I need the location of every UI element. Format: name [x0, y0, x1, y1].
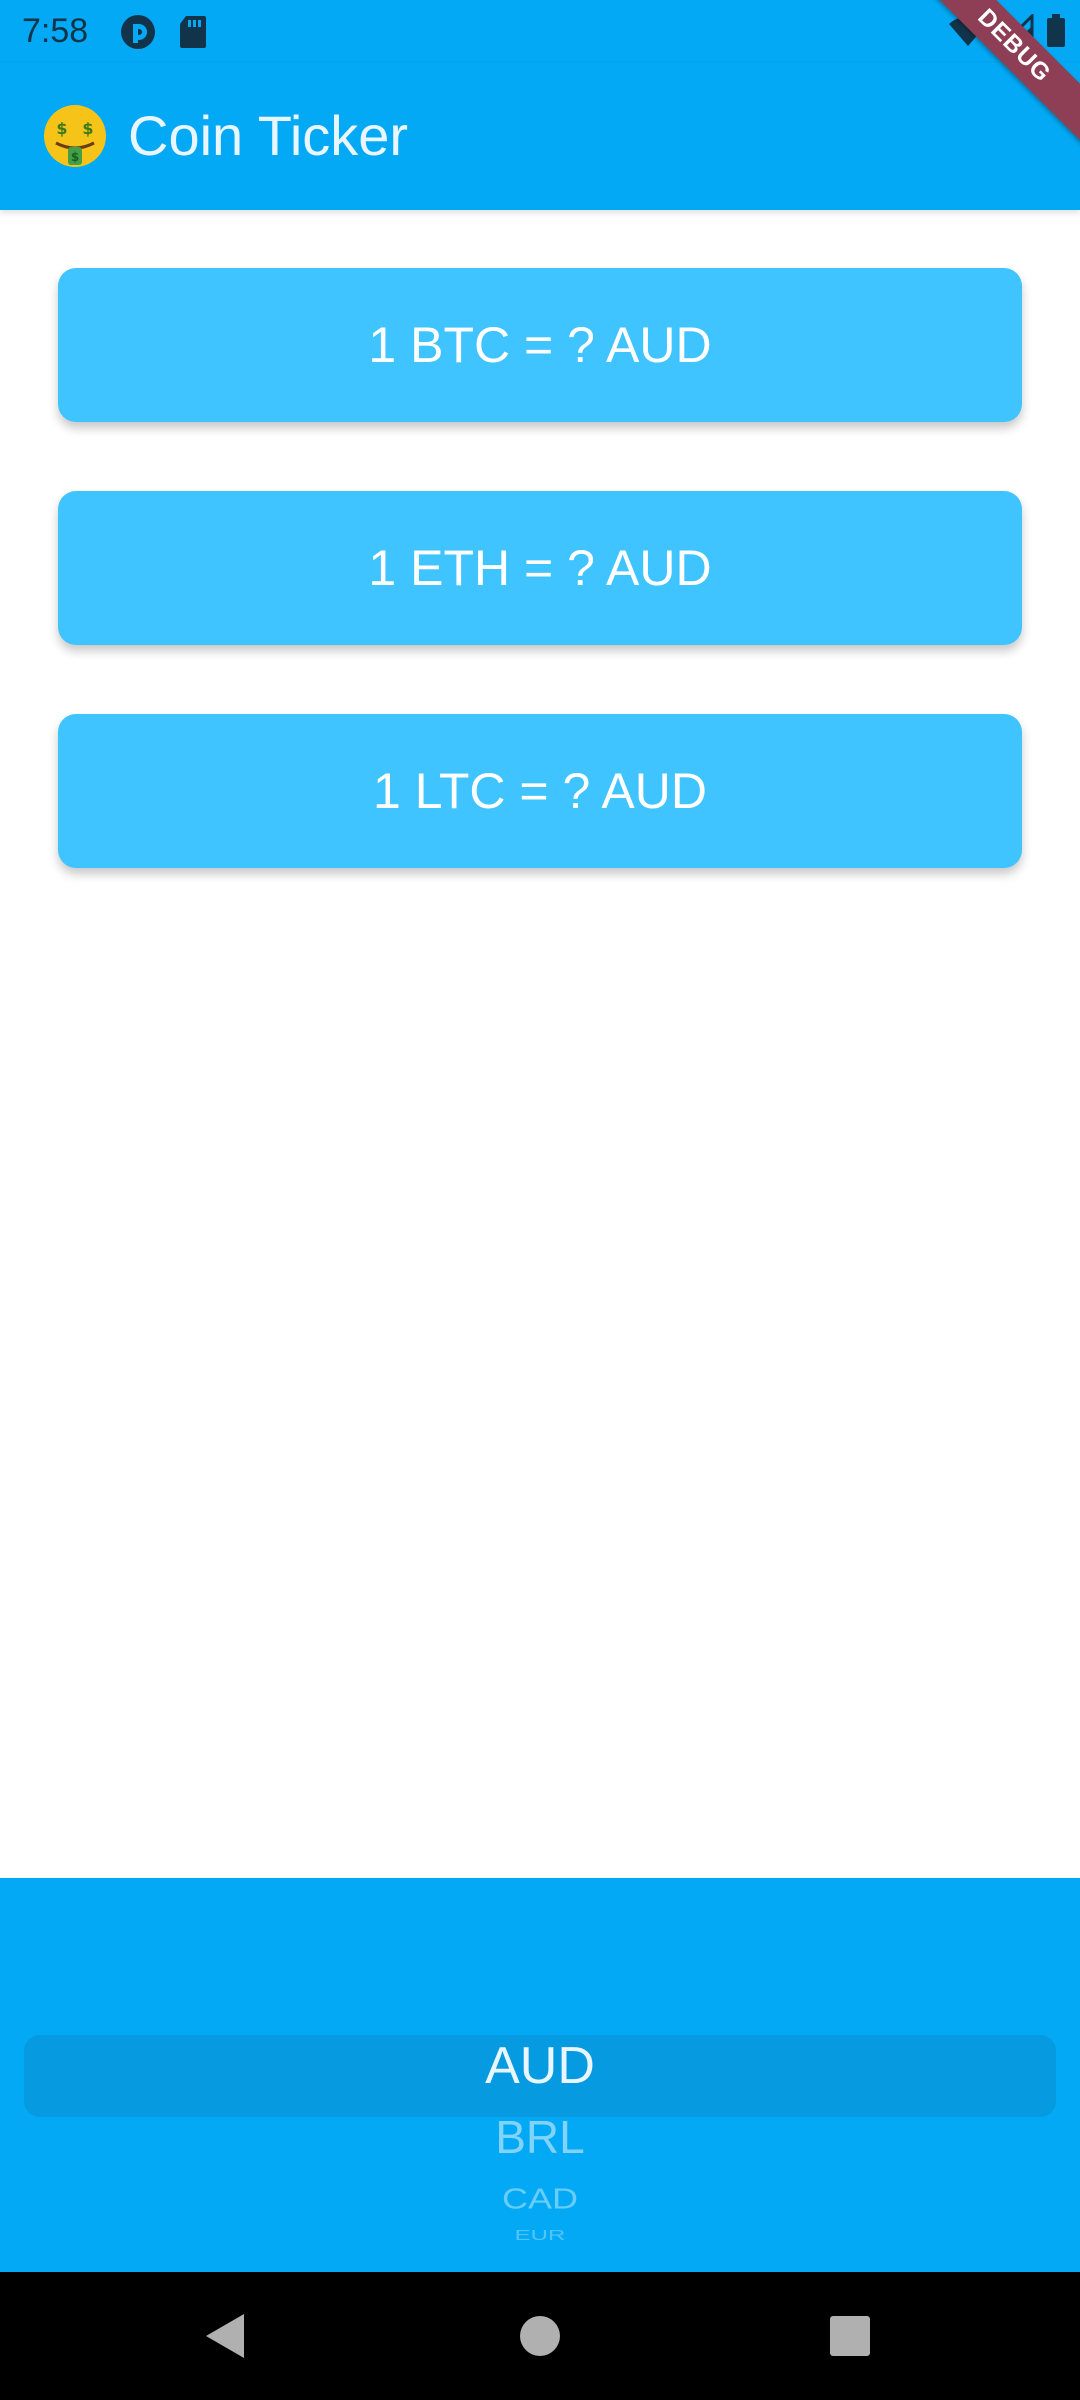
- app-bar: $ $ $ Coin Ticker: [0, 63, 1080, 210]
- status-bar: 7:58: [0, 0, 1080, 63]
- svg-text:$: $: [71, 150, 79, 164]
- status-time: 7:58: [22, 12, 89, 50]
- svg-text:$: $: [56, 119, 67, 138]
- rate-card-list: 1 BTC = ? AUD 1 ETH = ? AUD 1 LTC = ? AU…: [58, 268, 1022, 937]
- recents-icon[interactable]: [820, 2306, 880, 2366]
- rate-card-ltc: 1 LTC = ? AUD: [58, 714, 1022, 868]
- picker-option-eur[interactable]: EUR: [0, 2228, 1080, 2245]
- rate-card-eth: 1 ETH = ? AUD: [58, 491, 1022, 645]
- navigation-bar: [0, 2272, 1080, 2400]
- picker-option-brl[interactable]: BRL: [0, 2110, 1080, 2164]
- home-icon[interactable]: [510, 2306, 570, 2366]
- battery-icon: [1046, 14, 1066, 53]
- sd-card-icon: [178, 14, 208, 55]
- back-icon[interactable]: [196, 2306, 256, 2366]
- picker-option-cad[interactable]: CAD: [0, 2182, 1080, 2216]
- picker-option-aud[interactable]: AUD: [0, 2036, 1080, 2096]
- pocket-casts-icon: [120, 14, 156, 55]
- app-title: $ $ $ Coin Ticker: [42, 101, 408, 171]
- app-title-text: Coin Ticker: [128, 104, 409, 167]
- money-mouth-face-icon: $ $ $: [42, 103, 108, 169]
- rate-card-btc: 1 BTC = ? AUD: [58, 268, 1022, 422]
- svg-text:$: $: [82, 119, 93, 138]
- currency-picker[interactable]: AUD BRL CAD EUR: [0, 1878, 1080, 2272]
- status-left-icons: [120, 14, 208, 55]
